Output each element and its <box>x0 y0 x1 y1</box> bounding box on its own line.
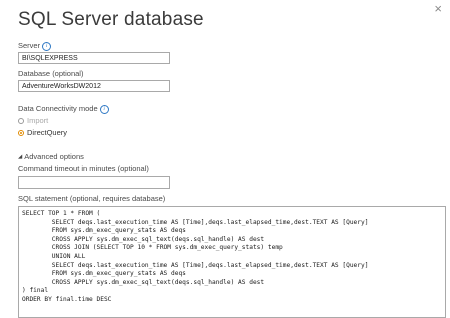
directquery-radio-button[interactable] <box>18 129 24 136</box>
timeout-label: Command timeout in minutes (optional) <box>18 164 149 173</box>
import-radio-label: Import <box>27 116 49 125</box>
import-radio-option[interactable]: Import <box>18 116 48 125</box>
database-label: Database (optional) <box>18 69 84 78</box>
info-icon[interactable]: i <box>99 104 109 114</box>
connectivity-label: Data Connectivity mode <box>18 104 98 113</box>
database-input[interactable]: AdventureWorksDW2012 <box>18 80 170 92</box>
dialog-title: SQL Server database <box>18 9 204 30</box>
connectivity-label-row: Data Connectivity mode i <box>18 104 109 114</box>
triangle-expanded-icon: ◢ <box>18 153 23 160</box>
advanced-options-label: Advanced options <box>24 152 84 161</box>
sql-statement-label: SQL statement (optional, requires databa… <box>18 194 166 203</box>
advanced-options-toggle[interactable]: ◢ Advanced options <box>18 152 84 161</box>
server-label-row: Server i <box>18 41 52 51</box>
close-icon[interactable]: × <box>434 2 442 15</box>
sql-statement-text: SELECT TOP 1 * FROM ( SELECT deqs.last_e… <box>22 210 369 303</box>
directquery-radio-label: DirectQuery <box>27 128 68 137</box>
sql-statement-textarea[interactable]: SELECT TOP 1 * FROM ( SELECT deqs.last_e… <box>18 206 446 318</box>
timeout-input[interactable] <box>18 176 170 189</box>
info-icon[interactable]: i <box>42 41 52 51</box>
directquery-radio-option[interactable]: DirectQuery <box>18 128 67 137</box>
import-radio-button[interactable] <box>18 117 24 124</box>
server-label: Server <box>18 41 41 50</box>
server-input[interactable]: BI\SQLEXPRESS <box>18 52 170 64</box>
